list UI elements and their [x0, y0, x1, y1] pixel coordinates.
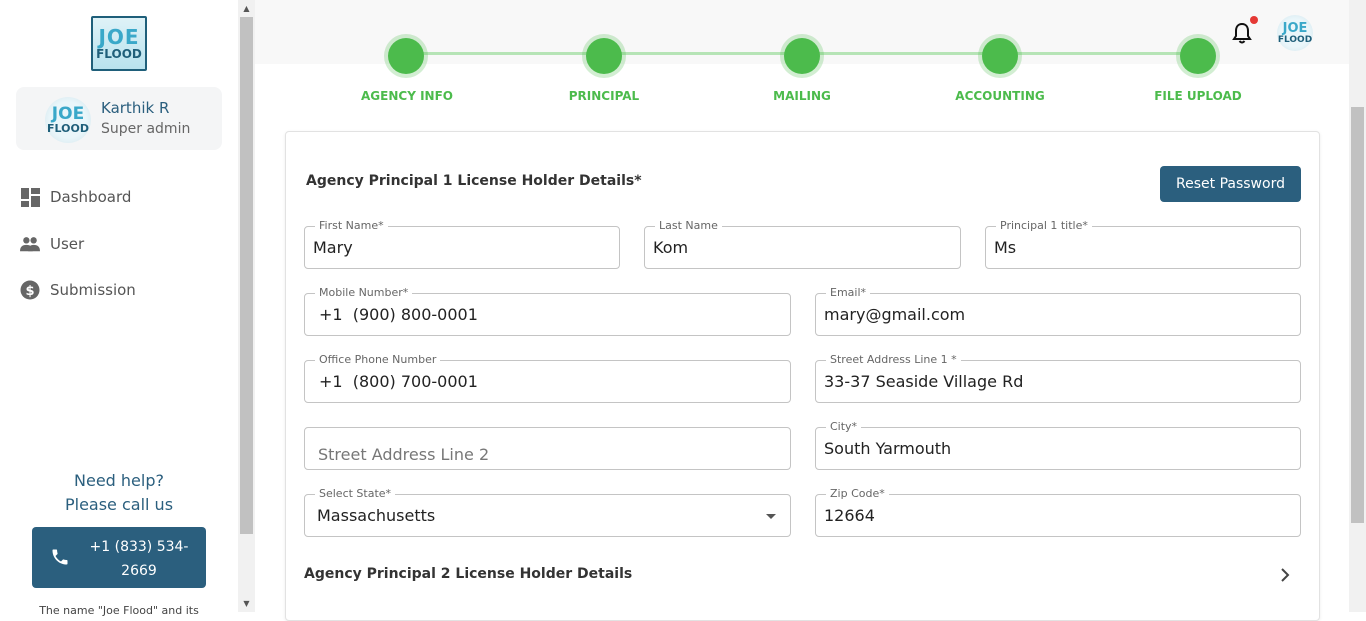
profile-name: Karthik R [101, 99, 170, 117]
first-name-field[interactable]: First Name* Mary [304, 219, 620, 269]
office-phone-label: Office Phone Number [315, 353, 441, 367]
principal-title-value[interactable]: Ms [994, 238, 1016, 257]
step-accounting-label[interactable]: ACCOUNTING [920, 89, 1080, 103]
people-icon [20, 234, 40, 254]
sidebar-item-dashboard[interactable]: Dashboard [20, 185, 131, 209]
city-field[interactable]: City* South Yarmouth [815, 420, 1301, 470]
last-name-field[interactable]: Last Name Kom [644, 219, 961, 269]
svg-text:$: $ [25, 284, 34, 299]
principal-title-field[interactable]: Principal 1 title* Ms [985, 219, 1301, 269]
joe-flood-logo[interactable]: JOE FLOOD [91, 16, 147, 71]
top-avatar-text-line1: JOE [1282, 20, 1308, 36]
zip-code-field[interactable]: Zip Code* 12664 [815, 487, 1301, 537]
state-select[interactable]: Select State* Massachusetts [304, 487, 791, 537]
avatar: JOE FLOOD [45, 97, 91, 143]
mobile-number-field[interactable]: Mobile Number* +1 (900) 800-0001 [304, 286, 791, 336]
top-avatar-text-line2: FLOOD [1277, 34, 1313, 45]
footer-note: The name "Joe Flood" and its [39, 604, 199, 617]
sidebar-item-submission[interactable]: $ Submission [20, 278, 136, 302]
email-label: Email* [826, 286, 871, 300]
email-field[interactable]: Email* mary@gmail.com [815, 286, 1301, 336]
email-value[interactable]: mary@gmail.com [824, 305, 965, 324]
reset-password-button[interactable]: Reset Password [1160, 166, 1301, 202]
principal-title-label: Principal 1 title* [996, 219, 1092, 233]
logo-text-line2: FLOOD [96, 46, 142, 61]
step-file-upload-label[interactable]: FILE UPLOAD [1118, 89, 1278, 103]
user-avatar[interactable]: JOE FLOOD [1277, 15, 1313, 51]
main-scrollbar-thumb[interactable] [1351, 107, 1364, 523]
help-text-line2: Please call us [64, 495, 174, 514]
step-agency-info-label[interactable]: AGENCY INFO [327, 89, 487, 103]
first-name-value[interactable]: Mary [313, 238, 353, 257]
office-phone-field[interactable]: Office Phone Number +1 (800) 700-0001 [304, 353, 791, 403]
profile-role: Super admin [101, 121, 191, 137]
avatar-text-line2: FLOOD [47, 121, 89, 135]
first-name-label: First Name* [315, 219, 388, 233]
sidebar: JOE FLOOD JOE FLOOD Karthik R Super admi… [0, 0, 238, 617]
street-address-line2-placeholder[interactable]: Street Address Line 2 [318, 445, 489, 464]
dropdown-caret-icon[interactable] [766, 514, 776, 519]
office-phone-value[interactable]: +1 (800) 700-0001 [319, 372, 478, 391]
sidebar-item-label: Submission [50, 281, 136, 299]
phone-number-line2: 2669 [121, 563, 157, 579]
step-file-upload-dot[interactable] [1180, 38, 1216, 74]
principal-2-section-header[interactable]: Agency Principal 2 License Holder Detail… [304, 566, 632, 582]
sidebar-item-label: Dashboard [50, 188, 132, 206]
mobile-number-label: Mobile Number* [315, 286, 413, 300]
zip-code-label: Zip Code* [826, 487, 889, 501]
logo-text-line1: JOE [98, 24, 140, 49]
street-address-line1-value[interactable]: 33-37 Seaside Village Rd [824, 372, 1023, 391]
scroll-down-arrow-icon[interactable]: ▼ [238, 595, 255, 612]
phone-icon [50, 547, 72, 569]
call-support-button[interactable]: +1 (833) 534- 2669 [32, 527, 206, 588]
help-text-line1: Need help? [74, 471, 164, 490]
dollar-circle-icon: $ [20, 280, 40, 300]
last-name-label: Last Name [655, 219, 722, 233]
step-mailing-label[interactable]: MAILING [722, 89, 882, 103]
zip-code-value[interactable]: 12664 [824, 506, 875, 525]
sidebar-item-user[interactable]: User [20, 232, 84, 256]
chevron-right-icon[interactable] [1278, 566, 1294, 584]
phone-number-line1: +1 (833) 534- [89, 539, 189, 555]
state-label: Select State* [315, 487, 396, 501]
step-mailing-dot[interactable] [784, 38, 820, 74]
step-principal-label[interactable]: PRINCIPAL [524, 89, 684, 103]
scroll-up-arrow-icon[interactable]: ▲ [238, 0, 255, 17]
sidebar-item-label: User [50, 235, 85, 253]
state-value[interactable]: Massachusetts [317, 506, 435, 525]
city-label: City* [826, 420, 862, 434]
dashboard-icon [20, 187, 40, 207]
notification-badge [1250, 16, 1258, 24]
avatar-text-line1: JOE [51, 103, 85, 124]
bell-icon[interactable] [1232, 22, 1252, 44]
profile-card[interactable]: JOE FLOOD Karthik R Super admin [16, 87, 222, 150]
section-title: Agency Principal 1 License Holder Detail… [306, 173, 642, 189]
last-name-value[interactable]: Kom [653, 238, 688, 257]
step-agency-info-dot[interactable] [388, 38, 424, 74]
mobile-number-value[interactable]: +1 (900) 800-0001 [319, 305, 478, 324]
city-value[interactable]: South Yarmouth [824, 439, 951, 458]
sidebar-scrollbar-thumb[interactable] [240, 17, 253, 534]
street-address-line1-field[interactable]: Street Address Line 1 * 33-37 Seaside Vi… [815, 353, 1301, 403]
step-principal-dot[interactable] [586, 38, 622, 74]
step-accounting-dot[interactable] [982, 38, 1018, 74]
street-address-line2-field[interactable]: Street Address Line 2 [304, 427, 791, 470]
street-address-line1-label: Street Address Line 1 * [826, 353, 961, 367]
